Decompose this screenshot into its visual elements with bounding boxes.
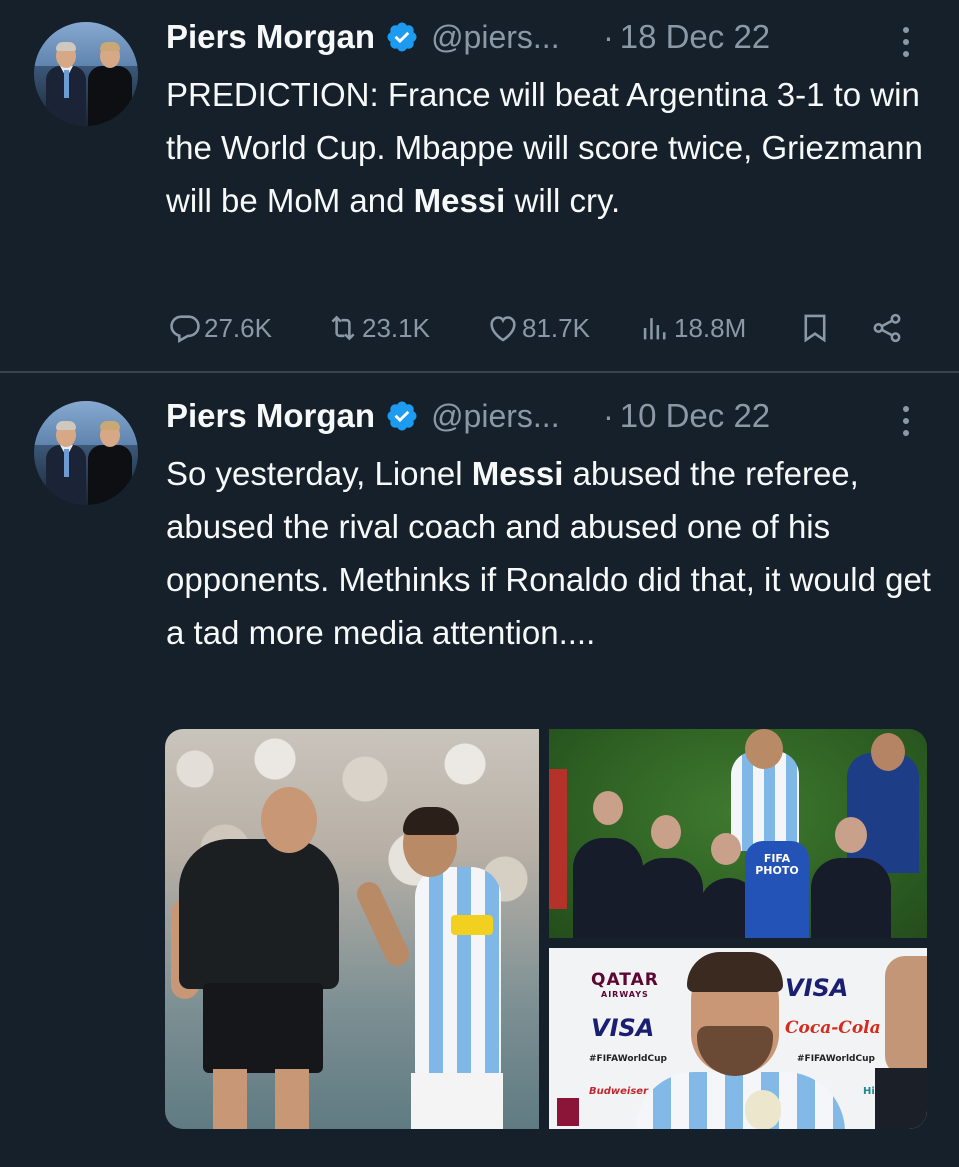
more-vertical-icon[interactable] xyxy=(896,401,916,441)
sponsor-visa: VISA xyxy=(591,1014,655,1042)
author-avatar[interactable] xyxy=(34,22,138,126)
bookmark-icon xyxy=(804,314,826,343)
media-photo-interview[interactable]: QATAR AIRWAYS VISA #FIFAWorldCup Budweis… xyxy=(549,948,927,1129)
sponsor-hashtag: #FIFAWorldCup xyxy=(797,1054,875,1064)
tweet-text-bold: Messi xyxy=(413,182,506,219)
tweet-date[interactable]: 10 Dec 22 xyxy=(620,397,770,435)
tweet-text: So yesterday, Lionel Messi abused the re… xyxy=(166,447,936,659)
heart-icon xyxy=(490,316,516,342)
tweet-media-grid: FIFA PHOTO QATAR AIRWAYS VISA #FIFAWorld… xyxy=(165,729,927,1129)
tweet-text-part: will cry. xyxy=(505,182,621,219)
reply-icon xyxy=(170,315,200,343)
tweet-header: Piers Morgan @piers... · 10 Dec 22 xyxy=(166,397,770,435)
verified-badge-icon xyxy=(387,401,417,431)
separator-dot: · xyxy=(603,18,614,55)
tweet-text-part: So yesterday, Lionel xyxy=(166,455,472,492)
bookmark-button[interactable] xyxy=(798,308,832,348)
reply-button[interactable]: 27.6K xyxy=(168,308,272,348)
tweet-date[interactable]: 18 Dec 22 xyxy=(620,18,770,56)
separator-dot: · xyxy=(603,397,614,434)
share-icon xyxy=(873,313,901,343)
views-button[interactable]: 18.8M xyxy=(638,308,746,348)
retweet-icon xyxy=(331,315,355,341)
tweet-text: PREDICTION: France will beat Argentina 3… xyxy=(166,68,936,227)
author-name[interactable]: Piers Morgan xyxy=(166,18,375,56)
sponsor-budweiser: Budweiser xyxy=(589,1086,649,1097)
fifa-photo-watermark: FIFA PHOTO xyxy=(755,852,799,877)
more-vertical-icon[interactable] xyxy=(896,22,916,62)
sponsor-hashtag: #FIFAWorldCup xyxy=(589,1054,667,1064)
tweet-actions: 27.6K 23.1K 81.7K 18.8M xyxy=(168,308,928,348)
sponsor-visa: VISA xyxy=(785,974,849,1002)
author-handle[interactable]: @piers... xyxy=(431,19,591,56)
sponsor-airways: AIRWAYS xyxy=(601,990,649,999)
media-photo-pitch[interactable]: FIFA PHOTO xyxy=(549,729,927,938)
author-name[interactable]: Piers Morgan xyxy=(166,397,375,435)
like-button[interactable]: 81.7K xyxy=(486,308,590,348)
reply-count: 27.6K xyxy=(204,312,272,343)
retweet-count: 23.1K xyxy=(362,312,430,343)
media-photo-referee[interactable] xyxy=(165,729,539,1129)
tweet-header: Piers Morgan @piers... · 18 Dec 22 xyxy=(166,18,770,56)
share-button[interactable] xyxy=(870,308,904,348)
like-count: 81.7K xyxy=(522,312,590,343)
views-bar-icon xyxy=(643,318,666,340)
tweet-1[interactable]: Piers Morgan @piers... · 18 Dec 22 PREDI… xyxy=(0,0,959,372)
author-handle[interactable]: @piers... xyxy=(431,398,591,435)
verified-badge-icon xyxy=(387,22,417,52)
views-count: 18.8M xyxy=(674,312,747,343)
retweet-button[interactable]: 23.1K xyxy=(326,308,430,348)
sponsor-qatar: QATAR xyxy=(591,970,659,990)
sponsor-cocacola: Coca-Cola xyxy=(785,1018,881,1038)
tweet-divider xyxy=(0,371,959,373)
tweet-text-bold: Messi xyxy=(471,455,564,492)
author-avatar[interactable] xyxy=(34,401,138,505)
tweet-2[interactable]: Piers Morgan @piers... · 10 Dec 22 So ye… xyxy=(0,375,959,1167)
